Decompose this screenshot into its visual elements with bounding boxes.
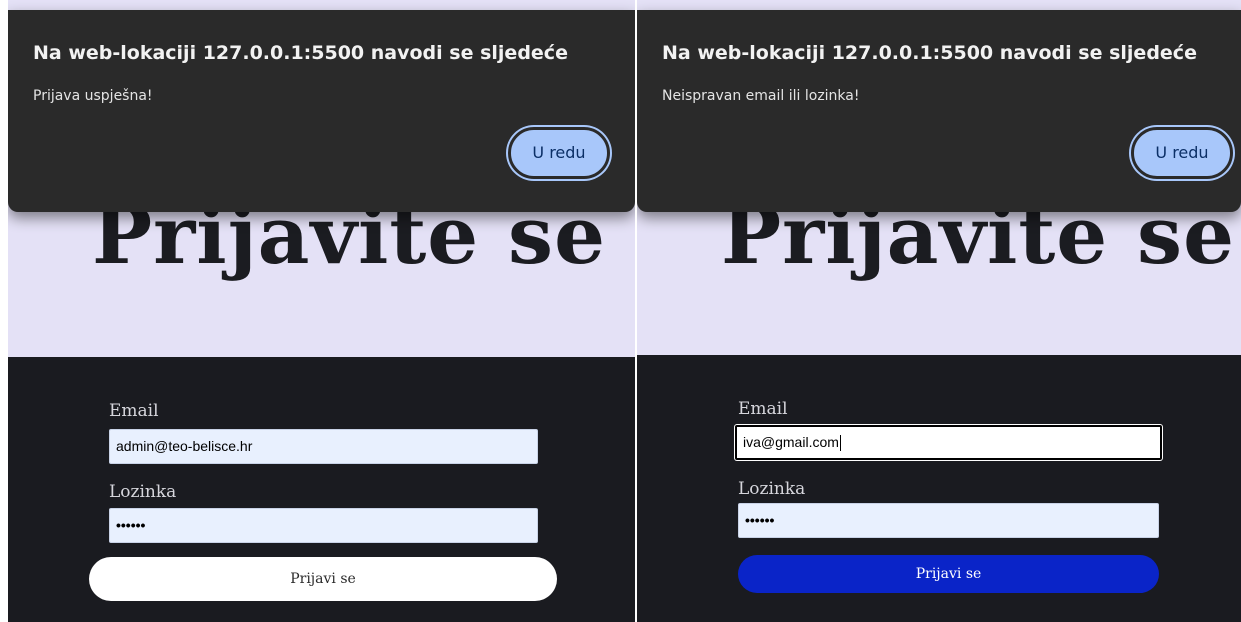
login-button[interactable]: Prijavi se bbox=[738, 555, 1159, 593]
login-page-error: Prijavite se Email iva@gmail.com Lozinka… bbox=[637, 0, 1241, 622]
text-caret bbox=[839, 435, 841, 452]
email-input-value: iva@gmail.com bbox=[743, 434, 839, 450]
password-input[interactable]: •••••• bbox=[109, 508, 538, 543]
ok-button[interactable]: U redu bbox=[508, 127, 610, 179]
login-page-success: Prijavite se Email admin@teo-belisce.hr … bbox=[8, 0, 635, 622]
email-input[interactable]: admin@teo-belisce.hr bbox=[109, 429, 538, 464]
dialog-title: Na web-lokaciji 127.0.0.1:5500 navodi se… bbox=[662, 42, 1197, 64]
email-label: Email bbox=[109, 401, 159, 421]
dialog-message: Prijava uspješna! bbox=[33, 88, 153, 104]
login-button[interactable]: Prijavi se bbox=[89, 557, 557, 601]
ok-button[interactable]: U redu bbox=[1131, 127, 1233, 179]
alert-dialog: Na web-lokaciji 127.0.0.1:5500 navodi se… bbox=[637, 10, 1241, 212]
dialog-message: Neispravan email ili lozinka! bbox=[662, 88, 860, 104]
password-label: Lozinka bbox=[109, 482, 177, 502]
password-label: Lozinka bbox=[738, 479, 806, 499]
login-form: Email iva@gmail.com Lozinka •••••• Prija… bbox=[637, 355, 1241, 622]
alert-dialog: Na web-lokaciji 127.0.0.1:5500 navodi se… bbox=[8, 10, 635, 212]
email-label: Email bbox=[738, 399, 788, 419]
login-form: Email admin@teo-belisce.hr Lozinka •••••… bbox=[8, 357, 635, 622]
dialog-title: Na web-lokaciji 127.0.0.1:5500 navodi se… bbox=[33, 42, 568, 64]
email-input[interactable]: iva@gmail.com bbox=[735, 425, 1162, 460]
screenshot-composite: Prijavite se Email admin@teo-belisce.hr … bbox=[0, 0, 1241, 622]
password-input[interactable]: •••••• bbox=[738, 503, 1159, 538]
